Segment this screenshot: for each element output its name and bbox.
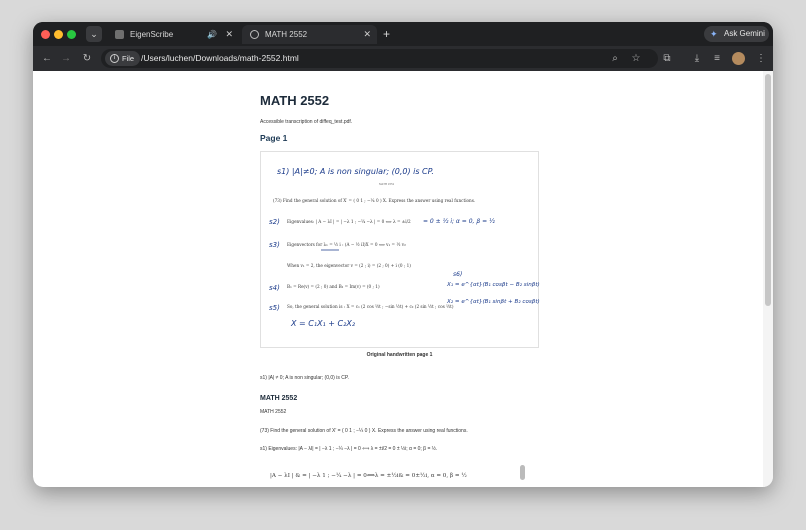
reading-list-icon[interactable]: ≡ — [709, 46, 725, 71]
page-scrollbar[interactable] — [763, 71, 773, 487]
section-heading: Page 1 — [260, 133, 288, 143]
speaker-icon[interactable]: 🔊 — [207, 25, 217, 44]
new-tab-button[interactable]: + — [383, 25, 390, 43]
page-subtitle: Accessible transcription of diffeq_test.… — [260, 119, 353, 125]
more-menu-icon[interactable]: ⋮ — [753, 46, 769, 71]
browser-window: ⌄ EigenScribe 🔊 ✕ MATH 2552 ✕ + ✦ Ask Ge… — [33, 22, 773, 487]
image-caption: Original handwritten page 1 — [366, 352, 433, 358]
tab-search-button[interactable]: ⌄ — [86, 26, 102, 42]
s2-text: Eigenvalues: | A − λI | = | −λ 1 ; −¼ −λ… — [287, 219, 411, 224]
tab-math-2552[interactable]: MATH 2552 ✕ — [242, 25, 377, 44]
profile-avatar[interactable] — [732, 52, 745, 65]
s3-text: Eigenvectors for λ₁ = ½ i : (A − ½ iI)X … — [287, 242, 406, 247]
s2-label: s2) — [269, 218, 280, 226]
reload-icon[interactable]: ↻ — [79, 46, 95, 71]
section-heading-2: MATH 2552 — [260, 395, 298, 402]
forward-arrow-icon[interactable]: → — [58, 46, 74, 71]
final-solution: X = C₁X₁ + C₂X₂ — [290, 319, 356, 328]
download-icon[interactable]: ⤓ — [689, 46, 705, 71]
handwritten-page-drawing: s1) |A|≠0; A is non singular; (0,0) is C… — [269, 167, 540, 328]
tab-close-button[interactable]: ✕ — [225, 25, 233, 44]
tab-title: EigenScribe — [130, 30, 174, 39]
problem-text: (73) Find the general solution of X′ = (… — [273, 198, 475, 203]
tab-bar: ⌄ EigenScribe 🔊 ✕ MATH 2552 ✕ + ✦ Ask Ge… — [33, 22, 773, 46]
small-heading-text: MATH 2552 — [260, 409, 287, 415]
s5-text: So, the general solution is : X = c₁ (2 … — [287, 304, 454, 309]
s5-label: s5) — [269, 304, 280, 312]
tab-close-button[interactable]: ✕ — [363, 25, 371, 44]
ask-gemini-button[interactable]: ✦ Ask Gemini — [704, 26, 769, 42]
eigenvalues-paragraph: s1) Eigenvalues: |A − λI| = | −λ 1 ; −¼ … — [260, 446, 438, 452]
gemini-sparkle-icon: ✦ — [710, 29, 718, 39]
page-title: MATH 2552 — [260, 93, 330, 108]
s2-hand: = 0 ± ½ i; α = 0, β = ½ — [423, 218, 495, 225]
transcript-s1: s1) |A| ≠ 0; A is non singular; (0,0) is… — [260, 375, 349, 381]
globe-icon — [250, 30, 259, 39]
toolbar: ← → ↻ i File /Users/luchen/Downloads/mat… — [33, 46, 773, 71]
minimize-window-button[interactable] — [54, 30, 63, 39]
ask-gemini-label: Ask Gemini — [724, 29, 765, 38]
page-viewport: MATH 2552 Accessible transcription of di… — [33, 71, 773, 487]
problem-paragraph: (73) Find the general solution of X′ = (… — [260, 428, 468, 434]
when-text: When v₁ = 2, the eigenvector v = (2 ; i)… — [287, 263, 411, 268]
x1-formula: X₁ = e^{αt}(B₁ cosβt − B₂ sinβt) — [446, 282, 540, 288]
tab-title: MATH 2552 — [265, 30, 308, 39]
x2-formula: X₂ = e^{αt}(B₁ sinβt + B₂ cosβt) — [446, 299, 540, 305]
site-info-chip[interactable]: i File — [105, 51, 141, 66]
close-window-button[interactable] — [41, 30, 50, 39]
info-icon: i — [110, 54, 119, 63]
tab-eigenscribe[interactable]: EigenScribe 🔊 ✕ — [107, 25, 239, 44]
extensions-puzzle-icon[interactable]: ⧉ — [659, 46, 675, 71]
small-header: MATH 2552 — [379, 183, 395, 186]
hand-line-1: s1) |A|≠0; A is non singular; (0,0) is C… — [277, 167, 434, 176]
scrollbar-thumb[interactable] — [765, 74, 771, 306]
back-arrow-icon[interactable]: ← — [39, 46, 55, 71]
s4-label: s4) — [269, 284, 280, 292]
handwritten-page-image: s1) |A|≠0; A is non singular; (0,0) is C… — [260, 151, 540, 348]
eigenscribe-favicon-icon — [115, 30, 124, 39]
s6-label: s6) — [453, 271, 462, 278]
url-text[interactable]: /Users/luchen/Downloads/math-2552.html — [141, 49, 299, 68]
s3-label: s3) — [269, 241, 280, 249]
formula-scroll-handle[interactable] — [520, 465, 525, 480]
eigenvalue-formula: |A − λI | & = | −λ 1 ; −¼ −λ | = 0⟺λ = ±… — [270, 473, 467, 479]
bookmark-star-icon[interactable]: ☆ — [628, 46, 644, 71]
chip-label: File — [122, 54, 135, 63]
address-bar[interactable]: i File /Users/luchen/Downloads/math-2552… — [101, 49, 658, 68]
zoom-icon[interactable]: ⌕ — [607, 46, 623, 71]
maximize-window-button[interactable] — [67, 30, 76, 39]
s4-text: B₁ = Re(v) = (2 ; 0) and B₂ = Im(v) = (0… — [287, 284, 380, 289]
